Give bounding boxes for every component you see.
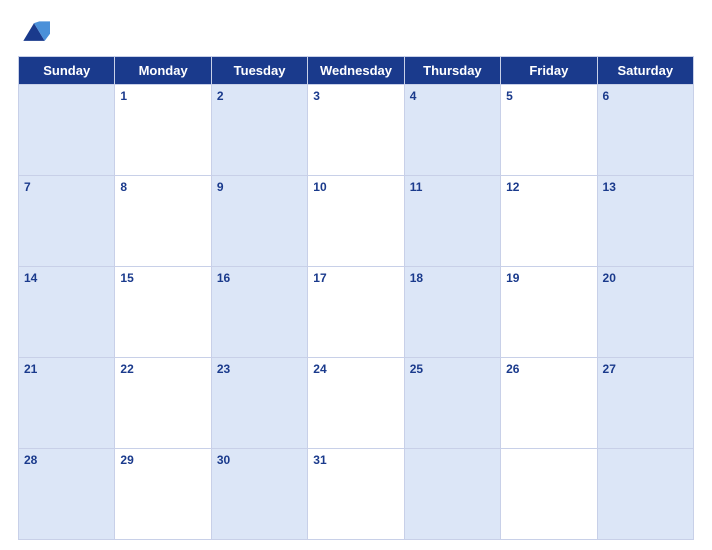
weekday-saturday: Saturday (597, 57, 693, 85)
calendar-cell: 13 (597, 176, 693, 267)
day-number: 15 (120, 271, 133, 285)
calendar-cell (404, 449, 500, 540)
calendar-cell: 23 (211, 358, 307, 449)
day-number: 25 (410, 362, 423, 376)
calendar-cell (19, 85, 115, 176)
weekday-friday: Friday (501, 57, 597, 85)
calendar-cell: 20 (597, 267, 693, 358)
calendar-cell (597, 449, 693, 540)
weekday-monday: Monday (115, 57, 211, 85)
day-number: 29 (120, 453, 133, 467)
logo-icon (18, 16, 50, 48)
day-number: 2 (217, 89, 224, 103)
calendar-cell (501, 449, 597, 540)
calendar-cell: 1 (115, 85, 211, 176)
weekday-tuesday: Tuesday (211, 57, 307, 85)
calendar-cell: 24 (308, 358, 404, 449)
day-number: 31 (313, 453, 326, 467)
day-number: 28 (24, 453, 37, 467)
calendar-cell: 28 (19, 449, 115, 540)
weekday-thursday: Thursday (404, 57, 500, 85)
calendar-cell: 17 (308, 267, 404, 358)
calendar-cell: 21 (19, 358, 115, 449)
day-number: 4 (410, 89, 417, 103)
day-number: 26 (506, 362, 519, 376)
calendar-cell: 16 (211, 267, 307, 358)
day-number: 18 (410, 271, 423, 285)
calendar-cell: 25 (404, 358, 500, 449)
calendar-cell: 26 (501, 358, 597, 449)
calendar-cell: 31 (308, 449, 404, 540)
calendar-cell: 22 (115, 358, 211, 449)
weekday-header-row: SundayMondayTuesdayWednesdayThursdayFrid… (19, 57, 694, 85)
day-number: 20 (603, 271, 616, 285)
day-number: 9 (217, 180, 224, 194)
day-number: 19 (506, 271, 519, 285)
calendar-cell: 19 (501, 267, 597, 358)
day-number: 23 (217, 362, 230, 376)
calendar-cell: 4 (404, 85, 500, 176)
calendar-cell: 18 (404, 267, 500, 358)
day-number: 3 (313, 89, 320, 103)
calendar-cell: 7 (19, 176, 115, 267)
calendar-cell: 12 (501, 176, 597, 267)
day-number: 10 (313, 180, 326, 194)
day-number: 24 (313, 362, 326, 376)
calendar-table: SundayMondayTuesdayWednesdayThursdayFrid… (18, 56, 694, 540)
day-number: 22 (120, 362, 133, 376)
day-number: 11 (410, 180, 423, 194)
logo (18, 16, 54, 48)
day-number: 7 (24, 180, 31, 194)
day-number: 8 (120, 180, 127, 194)
day-number: 12 (506, 180, 519, 194)
weekday-wednesday: Wednesday (308, 57, 404, 85)
calendar-cell: 29 (115, 449, 211, 540)
calendar-cell: 6 (597, 85, 693, 176)
calendar-cell: 27 (597, 358, 693, 449)
weekday-sunday: Sunday (19, 57, 115, 85)
day-number: 1 (120, 89, 127, 103)
week-row-2: 7 8 9 10 11 12 13 (19, 176, 694, 267)
week-row-1: 1 2 3 4 5 6 (19, 85, 694, 176)
calendar-cell: 3 (308, 85, 404, 176)
calendar-cell: 15 (115, 267, 211, 358)
calendar-cell: 5 (501, 85, 597, 176)
week-row-4: 21 22 23 24 25 26 27 (19, 358, 694, 449)
calendar-cell: 9 (211, 176, 307, 267)
day-number: 27 (603, 362, 616, 376)
calendar-cell: 10 (308, 176, 404, 267)
day-number: 14 (24, 271, 37, 285)
calendar-cell: 30 (211, 449, 307, 540)
calendar-cell: 11 (404, 176, 500, 267)
week-row-3: 14 15 16 17 18 19 20 (19, 267, 694, 358)
day-number: 6 (603, 89, 610, 103)
day-number: 30 (217, 453, 230, 467)
calendar-cell: 14 (19, 267, 115, 358)
day-number: 16 (217, 271, 230, 285)
day-number: 5 (506, 89, 513, 103)
day-number: 13 (603, 180, 616, 194)
calendar-header (18, 10, 694, 52)
calendar-cell: 2 (211, 85, 307, 176)
week-row-5: 28 29 30 31 (19, 449, 694, 540)
day-number: 17 (313, 271, 326, 285)
day-number: 21 (24, 362, 37, 376)
calendar-cell: 8 (115, 176, 211, 267)
